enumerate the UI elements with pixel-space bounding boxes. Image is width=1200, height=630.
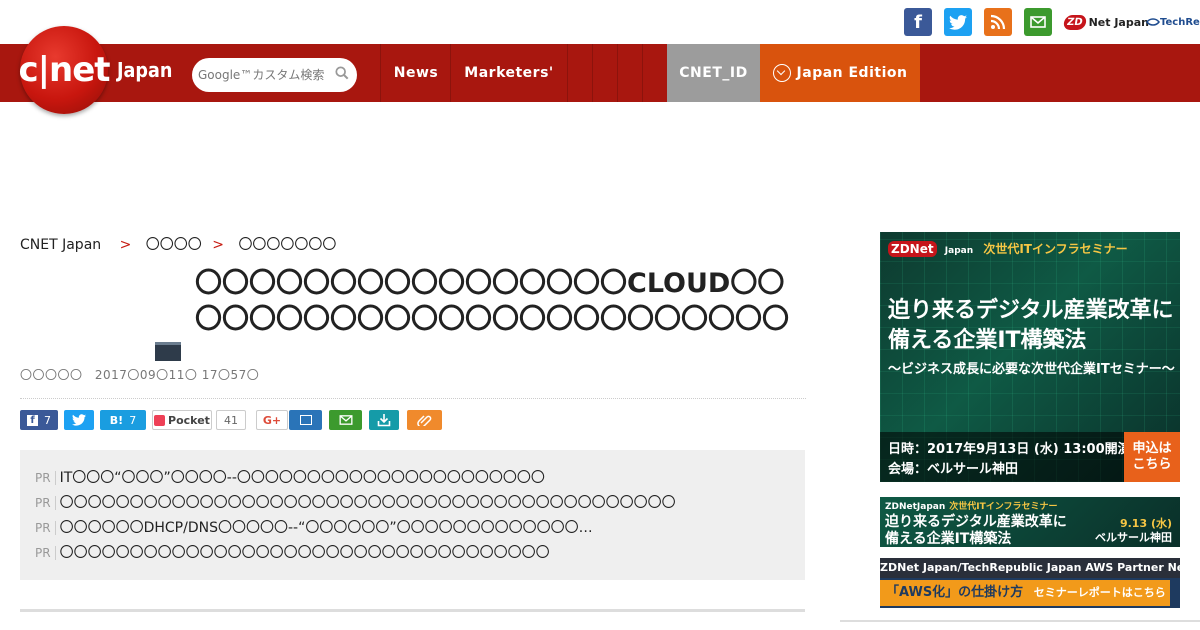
pr-tag: PR — [35, 496, 56, 510]
banner-venue: ベルサール神田 — [1095, 531, 1172, 544]
pr-tag: PR — [35, 546, 56, 560]
chevron-down-circle-icon — [772, 64, 791, 82]
breadcrumb-home[interactable]: CNET Japan — [20, 237, 101, 253]
seminar-banner-large[interactable]: ZDNet Japan 次世代ITインフラセミナー 迫り来るデジタル産業改革に … — [880, 232, 1180, 482]
zdnet-badge: ZDNet — [888, 241, 937, 257]
pr-text: 〇〇〇〇〇〇DHCP/DNS〇〇〇〇〇--“〇〇〇〇〇〇”〇〇〇〇〇〇〇〇〇〇〇… — [59, 520, 593, 536]
banner-headline-1: 迫り来るデジタル産業改革に — [888, 298, 1174, 323]
download-icon — [377, 414, 391, 427]
nav-divider — [567, 44, 568, 102]
twitter-icon — [72, 414, 86, 426]
pr-box: PR IT〇〇〇“〇〇〇”〇〇〇〇--〇〇〇〇〇〇〇〇〇〇〇〇〇〇〇〇〇〇〇〇〇〇… — [20, 450, 805, 580]
hatena-icon: B! — [109, 413, 124, 427]
pr-text: 〇〇〇〇〇〇〇〇〇〇〇〇〇〇〇〇〇〇〇〇〇〇〇〇〇〇〇〇〇〇〇〇〇〇〇 — [59, 545, 550, 561]
author-thumbnail — [155, 342, 181, 361]
zdnet-logo-icon: ZD — [1062, 14, 1087, 30]
breadcrumb-separator: > — [119, 237, 132, 253]
banner-report: セミナーレポートはこちら — [1033, 586, 1166, 599]
article-source: 〇〇〇〇〇 — [20, 368, 83, 382]
banner-subtitle: 〜ビジネス成長に必要な次世代企業ITセミナー〜 — [888, 362, 1175, 377]
breadcrumb-separator: > — [212, 237, 224, 253]
mail-icon[interactable] — [1024, 8, 1052, 36]
share-mail-button[interactable] — [329, 410, 362, 430]
share-googleplus-button[interactable]: G+ — [256, 410, 288, 430]
nav-cnet-id[interactable]: CNET_ID — [667, 44, 760, 102]
breadcrumb-level2[interactable]: 〇〇〇〇〇〇〇 — [238, 237, 336, 253]
main-nav — [0, 44, 1200, 102]
print-button[interactable] — [289, 410, 322, 430]
pr-text: IT〇〇〇“〇〇〇”〇〇〇〇--〇〇〇〇〇〇〇〇〇〇〇〇〇〇〇〇〇〇〇〇〇〇 — [59, 470, 545, 486]
nav-divider — [617, 44, 618, 102]
breadcrumb-level1[interactable]: 〇〇〇〇 — [146, 237, 202, 253]
zdnet-label: Net Japan — [1088, 15, 1149, 29]
search-box — [192, 58, 357, 92]
techrepublic-label: TechRep — [1160, 16, 1200, 28]
japan-edition-label: Japan Edition — [796, 65, 908, 81]
banner-line-2: 備える企業IT構築法 — [885, 531, 1012, 547]
rss-icon[interactable] — [984, 8, 1012, 36]
nav-japan-edition[interactable]: Japan Edition — [760, 44, 920, 102]
cnet-logo[interactable]: c|net — [18, 26, 111, 114]
pocket-count: 41 — [216, 410, 246, 430]
techrepublic-link[interactable]: TechRep — [1146, 10, 1200, 34]
pr-item[interactable]: PR 〇〇〇〇〇〇〇〇〇〇〇〇〇〇〇〇〇〇〇〇〇〇〇〇〇〇〇〇〇〇〇〇〇〇〇 — [35, 542, 795, 562]
pr-text: 〇〇〇〇〇〇〇〇〇〇〇〇〇〇〇〇〇〇〇〇〇〇〇〇〇〇〇〇〇〇〇〇〇〇〇〇〇〇〇〇… — [59, 495, 676, 511]
twitter-icon[interactable] — [944, 8, 972, 36]
mail-icon — [339, 415, 352, 425]
banner-quote: 「AWS化」の仕掛け方 — [886, 585, 1024, 600]
search-icon[interactable] — [335, 66, 349, 80]
divider — [20, 609, 805, 612]
divider — [20, 398, 806, 399]
banner-header-title: 次世代ITインフラセミナー — [983, 242, 1128, 256]
nav-marketers[interactable]: Marketers' — [451, 44, 567, 102]
banner-date: 日時：2017年9月13日 (水) 13:00開演 — [888, 442, 1131, 457]
banner-headline-2: 備える企業IT構築法 — [888, 328, 1087, 353]
facebook-icon[interactable]: f — [904, 8, 932, 36]
pr-item[interactable]: PR 〇〇〇〇〇〇〇〇〇〇〇〇〇〇〇〇〇〇〇〇〇〇〇〇〇〇〇〇〇〇〇〇〇〇〇〇〇〇… — [35, 492, 795, 512]
share-hatena-button[interactable]: B! 7 — [100, 410, 146, 430]
banner-cta: 申込は こちら — [1124, 432, 1180, 482]
article-date: 2017〇09〇11〇 17〇57〇 — [94, 368, 260, 382]
divider — [840, 620, 1200, 622]
techrepublic-logo-icon — [1146, 18, 1160, 26]
zdnet-japan-link[interactable]: ZD Net Japan — [1062, 10, 1149, 34]
banner-header: ZDNet Japan 次世代ITインフラセミナー — [888, 240, 1128, 257]
pocket-label: Pocket — [168, 413, 210, 427]
breadcrumb: CNET Japan > 〇〇〇〇 > 〇〇〇〇〇〇〇 — [20, 234, 336, 254]
banner-headline: 迫り来るデジタル産業改革に 備える企業IT構築法 — [888, 296, 1174, 356]
pr-tag: PR — [35, 521, 56, 535]
nav-divider — [642, 44, 643, 102]
share-facebook-button[interactable]: f 7 — [20, 410, 58, 430]
aws-report-banner[interactable]: ZDNet Japan/TechRepublic Japan AWS Partn… — [880, 558, 1180, 608]
hatena-count: 7 — [129, 413, 137, 427]
facebook-icon: f — [27, 414, 38, 426]
search-input[interactable] — [198, 68, 326, 82]
link-icon — [416, 415, 431, 426]
pocket-icon — [154, 414, 166, 426]
copy-link-button[interactable] — [407, 410, 442, 430]
download-button[interactable] — [369, 410, 399, 430]
facebook-count: 7 — [44, 413, 51, 427]
page-title: 〇〇〇〇〇〇〇〇〇〇〇〇〇〇〇〇CLOUD〇〇〇〇〇〇〇〇〇〇〇〇〇〇〇〇〇〇〇… — [195, 268, 789, 335]
top-social-bar: f ZD Net Japan TechRep — [0, 0, 1200, 44]
pr-item[interactable]: PR IT〇〇〇“〇〇〇”〇〇〇〇--〇〇〇〇〇〇〇〇〇〇〇〇〇〇〇〇〇〇〇〇〇〇 — [35, 467, 795, 487]
pr-tag: PR — [35, 471, 56, 485]
brand-japan: Japan — [117, 58, 173, 82]
article-meta: 〇〇〇〇〇 2017〇09〇11〇 17〇57〇 — [20, 366, 259, 383]
nav-news[interactable]: News — [381, 44, 451, 102]
share-twitter-button[interactable] — [64, 410, 94, 430]
banner-header-label: Japan — [944, 246, 974, 256]
banner-header: ZDNet Japan/TechRepublic Japan AWS Partn… — [880, 558, 1180, 578]
nav-divider — [592, 44, 593, 102]
share-pocket-button[interactable]: Pocket — [152, 410, 212, 430]
print-icon — [299, 415, 312, 425]
seminar-banner-small[interactable]: ZDNetJapan 次世代ITインフラセミナー 迫り来るデジタル産業改革に 備え… — [880, 497, 1180, 547]
pr-item[interactable]: PR 〇〇〇〇〇〇DHCP/DNS〇〇〇〇〇--“〇〇〇〇〇〇”〇〇〇〇〇〇〇〇〇… — [35, 517, 795, 537]
banner-bar: 「AWS化」の仕掛け方 セミナーレポートはこちら — [880, 580, 1170, 606]
banner-venue: 会場：ベルサール神田 — [888, 462, 1019, 477]
